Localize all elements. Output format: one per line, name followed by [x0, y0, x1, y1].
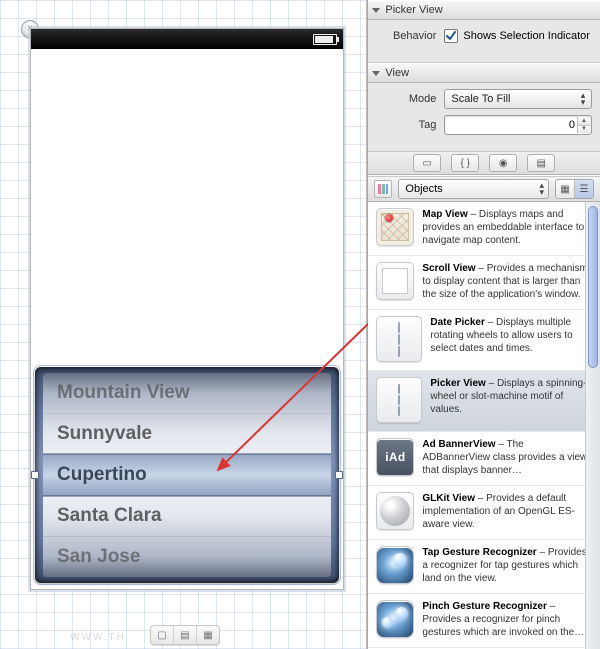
mode-value: Scale To Fill	[451, 93, 510, 105]
disclosure-triangle-icon	[372, 8, 380, 13]
list-item[interactable]: Map View – Displays maps and provides an…	[368, 202, 600, 256]
section-view[interactable]: View	[368, 63, 600, 83]
label-mode: Mode	[376, 93, 436, 105]
seg-btn[interactable]: ▢	[151, 626, 174, 644]
list-item-text: Scroll View – Provides a mechanism to di…	[422, 262, 592, 301]
picker-view-icon	[376, 377, 422, 423]
label-behavior: Behavior	[376, 30, 436, 42]
list-item[interactable]: iAd Ad BannerView – The ADBannerView cla…	[368, 432, 600, 486]
library-view-toggle[interactable]: ▦ ☰	[555, 179, 594, 199]
iad-icon: iAd	[376, 438, 414, 476]
chevrons-icon: ▴▾	[579, 92, 587, 106]
picker-row[interactable]: Mountain View	[43, 373, 331, 414]
library-scope-icon[interactable]	[374, 180, 392, 198]
list-item[interactable]: Pinch Gesture Recognizer – Provides a re…	[368, 594, 600, 648]
list-item-text: Map View – Displays maps and provides an…	[422, 208, 592, 247]
list-item[interactable]: GLKit View – Provides a default implemen…	[368, 486, 600, 540]
disclosure-triangle-icon	[372, 71, 380, 76]
tap-gesture-icon	[376, 546, 414, 584]
stepper-down[interactable]: ▼	[578, 126, 590, 134]
code-snippet-tab[interactable]: { }	[451, 154, 479, 172]
list-item-text: Picker View – Displays a spinning-wheel …	[430, 377, 592, 423]
section-picker-view[interactable]: Picker View	[368, 0, 600, 20]
library-filter-select[interactable]: Objects ▴▾	[398, 179, 549, 199]
section-title: View	[385, 67, 409, 79]
root-view[interactable]: Mountain View Sunnyvale Cupertino Santa …	[31, 49, 343, 589]
picker-wheel[interactable]: Mountain View Sunnyvale Cupertino Santa …	[43, 373, 331, 577]
list-item-text: Pinch Gesture Recognizer – Provides a re…	[422, 600, 592, 639]
iphone-view[interactable]: Mountain View Sunnyvale Cupertino Santa …	[30, 28, 344, 590]
stepper-up[interactable]: ▲	[578, 117, 590, 126]
tag-input[interactable]: 0 ▲ ▼	[444, 115, 592, 135]
seg-btn[interactable]: ▦	[197, 626, 219, 644]
shows-selection-checkbox[interactable]	[444, 29, 458, 43]
pinch-gesture-icon	[376, 600, 414, 638]
section-title: Picker View	[385, 4, 442, 16]
tag-value: 0	[569, 119, 575, 131]
tag-stepper[interactable]: ▲ ▼	[577, 117, 590, 133]
grid-view-icon[interactable]: ▦	[556, 180, 575, 198]
watermark: WWW.TH	[70, 632, 126, 643]
object-library-tab[interactable]: ◉	[489, 154, 517, 172]
list-item-text: Date Picker – Displays multiple rotating…	[430, 316, 592, 362]
list-item[interactable]: Tap Gesture Recognizer – Provides a reco…	[368, 540, 600, 594]
ib-canvas[interactable]: × Mountain View Sunnyvale Cupertino Sant…	[0, 0, 367, 649]
picker-row[interactable]: San Jose	[43, 537, 331, 577]
media-library-tab[interactable]: ▤	[527, 154, 555, 172]
list-item[interactable]: Date Picker – Displays multiple rotating…	[368, 310, 600, 371]
library-filter-value: Objects	[405, 183, 442, 195]
resize-handle-left[interactable]	[31, 471, 39, 479]
list-item-text: GLKit View – Provides a default implemen…	[422, 492, 592, 531]
picker-row[interactable]: Sunnyvale	[43, 414, 331, 455]
object-library-list[interactable]: Map View – Displays maps and provides an…	[368, 202, 600, 649]
list-item-text: Tap Gesture Recognizer – Provides a reco…	[422, 546, 592, 585]
resize-handle-right[interactable]	[335, 471, 343, 479]
canvas-zoom-segmented[interactable]: ▢ ▤ ▦	[150, 625, 220, 645]
battery-icon	[313, 34, 337, 45]
label-shows-selection: Shows Selection Indicator	[463, 30, 590, 42]
scrollbar-thumb[interactable]	[588, 206, 598, 368]
status-bar	[31, 29, 343, 50]
date-picker-icon	[376, 316, 422, 362]
scrollbar[interactable]	[585, 202, 600, 649]
library-toolbar: Objects ▴▾ ▦ ☰	[368, 177, 600, 202]
list-item[interactable]: Scroll View – Provides a mechanism to di…	[368, 256, 600, 310]
picker-row[interactable]: Santa Clara	[43, 496, 331, 537]
scroll-view-icon	[376, 262, 414, 300]
map-view-icon	[376, 208, 414, 246]
list-item-selected[interactable]: Picker View – Displays a spinning-wheel …	[368, 371, 600, 432]
label-tag: Tag	[376, 119, 436, 131]
picker-row-selected[interactable]: Cupertino	[43, 455, 331, 496]
glkit-view-icon	[376, 492, 414, 530]
chevrons-icon: ▴▾	[539, 182, 544, 196]
list-view-icon[interactable]: ☰	[575, 180, 593, 198]
seg-btn[interactable]: ▤	[174, 626, 197, 644]
file-template-tab[interactable]: ▭	[413, 154, 441, 172]
list-item-text: Ad BannerView – The ADBannerView class p…	[422, 438, 592, 477]
inspector-panel: Picker View Behavior Shows Selection Ind…	[367, 0, 600, 649]
uipickerview[interactable]: Mountain View Sunnyvale Cupertino Santa …	[35, 367, 339, 583]
utility-tab-bar: ▭ { } ◉ ▤	[368, 152, 600, 175]
mode-select[interactable]: Scale To Fill ▴▾	[444, 89, 592, 109]
